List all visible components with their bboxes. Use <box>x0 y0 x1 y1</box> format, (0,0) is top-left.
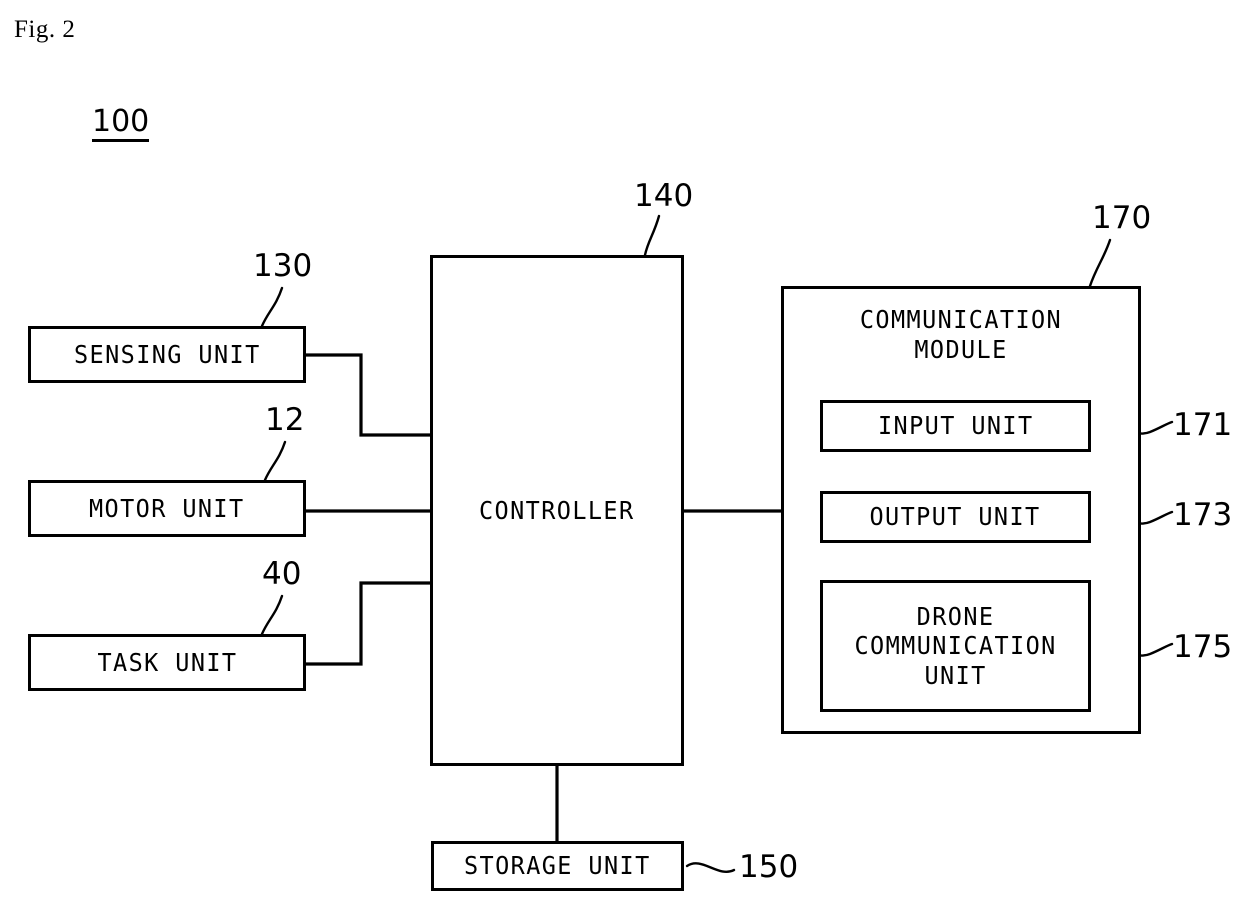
wire-task-to-controller <box>304 581 432 666</box>
input-unit-block[interactable]: INPUT UNIT <box>820 400 1091 452</box>
leader-12 <box>263 440 287 482</box>
leader-40 <box>260 594 284 636</box>
leader-150 <box>685 862 736 873</box>
system-reference-numeral: 100 <box>92 106 150 142</box>
storage-unit-label: STORAGE UNIT <box>464 851 651 881</box>
leader-130 <box>260 286 284 328</box>
reference-numeral-40: 40 <box>262 556 302 592</box>
leader-170 <box>1088 238 1112 288</box>
reference-numeral-130: 130 <box>253 248 313 284</box>
sensing-unit-block[interactable]: SENSING UNIT <box>28 326 306 383</box>
reference-numeral-12: 12 <box>265 402 305 438</box>
figure-canvas: Fig. 2 100 SENSING UNIT MOTOR UNIT TASK … <box>0 0 1240 909</box>
task-unit-block[interactable]: TASK UNIT <box>28 634 306 691</box>
wire-sensing-to-controller <box>304 353 432 437</box>
leader-140 <box>643 214 661 257</box>
figure-caption: Fig. 2 <box>14 16 76 43</box>
motor-unit-label: MOTOR UNIT <box>89 493 245 523</box>
output-unit-label: OUTPUT UNIT <box>869 502 1042 532</box>
output-unit-block[interactable]: OUTPUT UNIT <box>820 491 1091 543</box>
reference-numeral-173: 173 <box>1173 497 1233 533</box>
controller-label: CONTROLLER <box>479 495 635 525</box>
reference-numeral-170: 170 <box>1092 200 1152 236</box>
controller-block[interactable]: CONTROLLER <box>430 255 684 766</box>
drone-communication-unit-label: DRONE COMMUNICATION UNIT <box>854 601 1057 690</box>
reference-numeral-171: 171 <box>1173 407 1233 443</box>
storage-unit-block[interactable]: STORAGE UNIT <box>431 841 684 891</box>
task-unit-label: TASK UNIT <box>96 647 238 677</box>
reference-numeral-150: 150 <box>739 849 799 885</box>
motor-unit-block[interactable]: MOTOR UNIT <box>28 480 306 537</box>
reference-numeral-140: 140 <box>634 178 694 214</box>
reference-numeral-175: 175 <box>1173 629 1233 665</box>
input-unit-label: INPUT UNIT <box>877 411 1034 441</box>
sensing-unit-label: SENSING UNIT <box>73 339 261 369</box>
communication-module-title: COMMUNICATION MODULE <box>859 305 1063 364</box>
drone-communication-unit-block[interactable]: DRONE COMMUNICATION UNIT <box>820 580 1091 712</box>
